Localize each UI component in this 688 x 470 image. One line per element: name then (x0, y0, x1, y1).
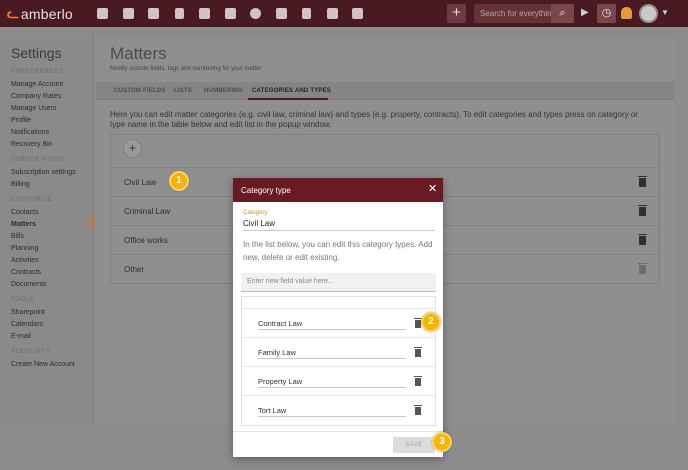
search-icon[interactable]: ⌕ (551, 4, 574, 23)
notifications-icon[interactable] (621, 7, 632, 19)
type-field-underline (258, 329, 406, 330)
category-name[interactable]: Criminal Law (124, 207, 170, 216)
sidebar-item-subscription-settings[interactable]: Subscription settings (11, 169, 76, 176)
quick-add-button[interactable]: + (447, 4, 466, 23)
dashboard-icon[interactable] (90, 0, 116, 27)
invoice-icon[interactable] (294, 0, 320, 27)
type-field-underline (258, 358, 406, 359)
type-name-field[interactable]: Family Law (258, 348, 296, 357)
category-field[interactable]: Civil Law (243, 219, 275, 228)
document-icon[interactable] (167, 0, 193, 27)
dialog-title: Category type (241, 186, 291, 195)
sidebar-group-label: CUSTOMIZE (11, 197, 53, 203)
tab-categories-and-types[interactable]: CATEGORIES AND TYPES (252, 88, 331, 94)
sidebar-item-planning[interactable]: Planning (11, 245, 38, 252)
chat-icon[interactable] (243, 0, 269, 27)
sidebar-item-documents[interactable]: Documents (11, 281, 46, 288)
trash-icon[interactable] (638, 176, 647, 187)
category-type-dialog: Category type ✕ Category Civil Law In th… (233, 178, 443, 457)
sidebar-item-create-new-account[interactable]: Create New Account (11, 361, 75, 368)
sidebar-item-profile[interactable]: Profile (11, 117, 31, 124)
mail-icon[interactable] (320, 0, 346, 27)
active-tab-indicator (248, 98, 328, 100)
add-category-button[interactable]: + (123, 139, 142, 158)
sidebar-item-billing[interactable]: Billing (11, 181, 30, 188)
dialog-help-text: In the list below, you can edit this cat… (243, 240, 433, 262)
new-type-input[interactable]: Enter new field value here... (241, 273, 436, 292)
sidebar-item-activities[interactable]: Activities (11, 257, 39, 264)
category-name[interactable]: Civil Law (124, 178, 156, 187)
play-icon[interactable]: ▶ (581, 7, 589, 18)
user-avatar[interactable] (639, 4, 658, 23)
sidebar-item-recovery-bin[interactable]: Recovery Bin (11, 141, 53, 148)
callout-badge-1: 1 (169, 171, 189, 191)
calendar-icon[interactable] (218, 0, 244, 27)
close-icon[interactable]: ✕ (428, 183, 437, 195)
type-field-underline (258, 387, 406, 388)
trash-icon (638, 263, 647, 274)
callout-badge-3: 3 (432, 432, 452, 452)
logo-icon: ᓚ (7, 5, 19, 21)
intro-text: Here you can edit matter categories (e.g… (110, 110, 638, 129)
sidebar-item-contracts[interactable]: Contracts (11, 269, 41, 276)
category-field-label: Category (243, 210, 268, 216)
trash-icon[interactable] (638, 205, 647, 216)
category-field-underline (243, 230, 435, 231)
type-name-field[interactable]: Contract Law (258, 319, 302, 328)
sidebar-group-label: ACCOUNTS (11, 349, 51, 355)
sidebar-item-contacts[interactable]: Contacts (11, 209, 39, 216)
dialog-header: Category type ✕ (233, 178, 443, 202)
type-field-underline (258, 416, 406, 417)
tab-custom-fields[interactable]: CUSTOM FIELDS (114, 88, 166, 94)
sidebar-group-label: SUBSCRIPTION (11, 157, 65, 163)
sidebar-group-label: PREFERENCES (11, 69, 64, 75)
sidebar-item-sharepoint[interactable]: Sharepoint (11, 309, 45, 316)
app-logo[interactable]: ᓚ amberlo (7, 5, 87, 22)
sidebar-group-label: TOOLS (11, 297, 35, 303)
logo-text: amberlo (20, 5, 73, 22)
trash-icon[interactable] (414, 405, 422, 415)
briefcase-icon[interactable] (141, 0, 167, 27)
page-title: Matters (110, 44, 167, 63)
report-icon[interactable] (345, 0, 371, 27)
sidebar-title: Settings (11, 45, 62, 61)
sidebar-item-calendars[interactable]: Calendars (11, 321, 43, 328)
tab-lists[interactable]: LISTS (174, 88, 192, 94)
trash-icon[interactable] (414, 347, 422, 357)
contacts-icon[interactable] (116, 0, 142, 27)
chevron-down-icon[interactable]: ▼ (661, 8, 669, 17)
callout-badge-2: 2 (421, 312, 441, 332)
page-subtitle: Modify custom fields, tags and numbering… (110, 66, 262, 72)
sidebar-item-bills[interactable]: Bills (11, 233, 24, 240)
sidebar-item-company-rates[interactable]: Company Rates (11, 93, 61, 100)
sidebar-item-manage-users[interactable]: Manage Users (11, 105, 57, 112)
sidebar-item-notifications[interactable]: Notifications (11, 129, 49, 136)
bank-icon[interactable] (192, 0, 218, 27)
sidebar-item-manage-account[interactable]: Manage Account (11, 81, 63, 88)
sidebar-item-matters[interactable]: Matters (11, 221, 36, 228)
category-name[interactable]: Office works (124, 236, 168, 245)
save-button[interactable]: SAVE (393, 437, 435, 453)
category-name[interactable]: Other (124, 265, 144, 274)
module-icons (90, 0, 371, 27)
tab-numbering[interactable]: NUMBERING (204, 88, 243, 94)
type-name-field[interactable]: Tort Law (258, 406, 286, 415)
dialog-footer-divider (233, 431, 443, 432)
timer-icon[interactable]: ◷ (597, 4, 616, 23)
trash-icon[interactable] (414, 376, 422, 386)
sidebar-item-email[interactable]: E-mail (11, 333, 31, 340)
trash-icon[interactable] (638, 234, 647, 245)
folder-icon[interactable] (269, 0, 295, 27)
sidebar-active-indicator (90, 217, 93, 229)
type-name-field[interactable]: Property Law (258, 377, 302, 386)
